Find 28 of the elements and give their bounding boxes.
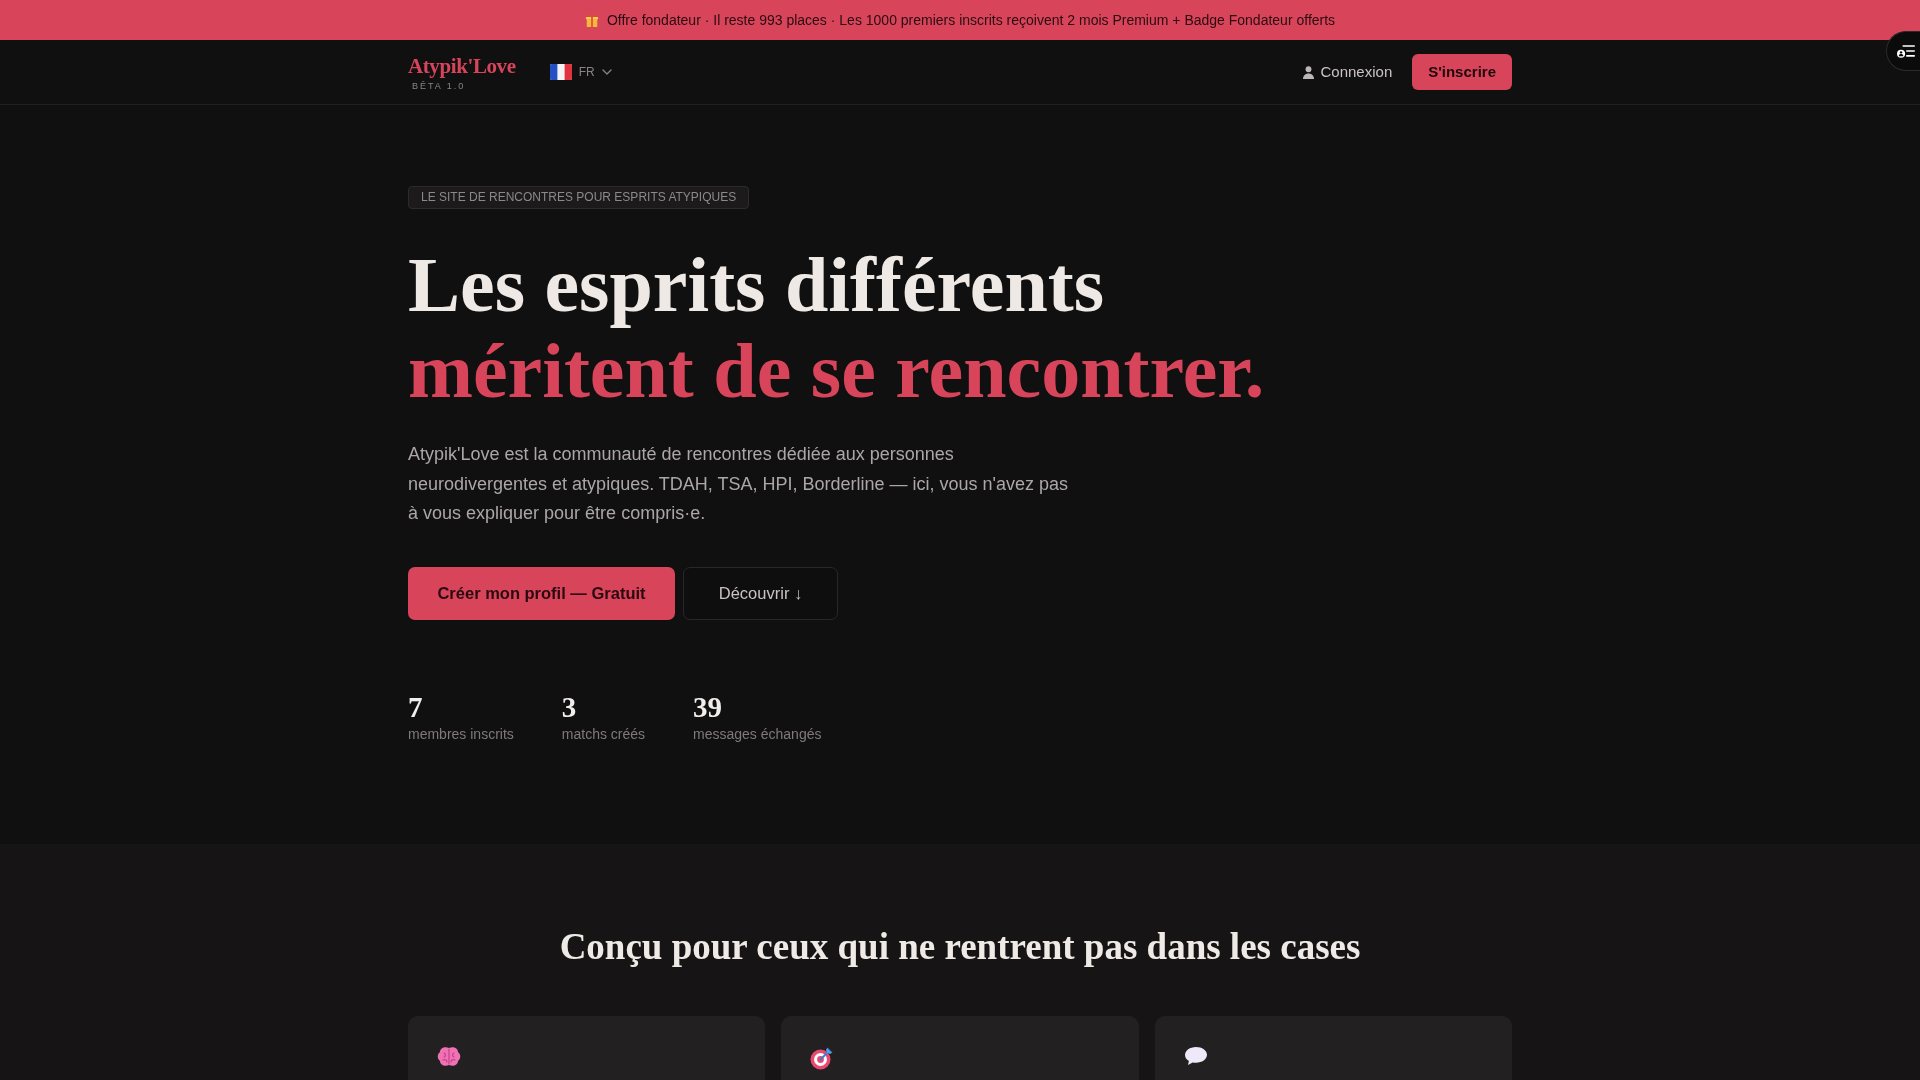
person-lines-icon <box>1897 43 1915 59</box>
stat-value: 7 <box>408 691 423 722</box>
target-dart-icon <box>810 1045 835 1070</box>
chevron-down-icon <box>601 69 612 75</box>
beta-label: BÊTA 1.0 <box>411 82 467 91</box>
floating-menu-button[interactable] <box>1886 31 1920 71</box>
stat-value: 39 <box>693 691 723 722</box>
discover-button[interactable]: Découvrir ↓ <box>683 566 838 620</box>
brand-logo[interactable]: Atypik'Love <box>408 56 516 77</box>
hero-headline-accent: méritent de se rencontrer. <box>408 328 1265 414</box>
stat-label: membres inscrits <box>408 724 514 743</box>
stat-value: 3 <box>561 691 577 722</box>
section-heading: Conçu pour ceux qui ne rentrent pas dans les cases <box>559 924 1361 969</box>
announcement-text: Offre fondateur · Il reste 993 places · Les 1000 premiers inscrits reçoivent 2 mois Premium + Badge Fondateur offerts <box>606 10 1336 30</box>
speech-bubble-icon <box>1183 1045 1208 1066</box>
hero-headline: Les esprits différents <box>408 242 1105 328</box>
gift-icon <box>584 13 599 27</box>
stat-label: messages échangés <box>693 724 822 743</box>
signup-button[interactable]: S'inscrire <box>1412 53 1512 91</box>
language-selector[interactable]: FR <box>549 61 612 83</box>
stat-label: matchs créés <box>561 724 646 743</box>
brain-icon <box>437 1045 461 1068</box>
tagline-chip: LE SITE DE RENCONTRES POUR ESPRITS ATYPIQUES <box>408 186 750 209</box>
hero-description: Atypik'Love est la communauté de rencontres dédiée aux personnes neurodivergentes et atypiques. TDAH, TSA, HPI, Borderline — ici, vous n'avez pas à vous expliquer pour être compris·e. <box>408 443 1070 525</box>
french-flag-icon <box>549 64 572 80</box>
create-profile-button[interactable]: Créer mon profil — Gratuit <box>408 566 675 620</box>
person-icon <box>1302 65 1314 79</box>
login-link[interactable]: Connexion <box>1302 60 1393 84</box>
